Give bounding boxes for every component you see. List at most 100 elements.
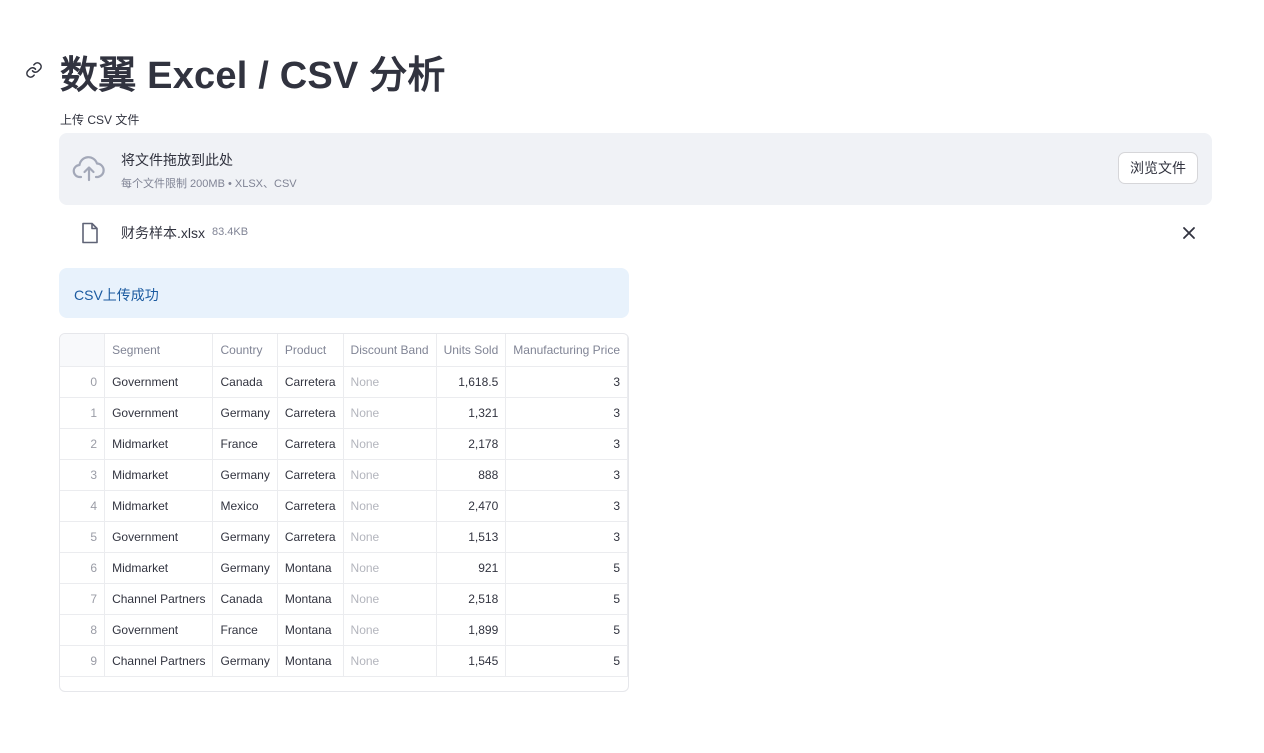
table-row[interactable]: 0 Government Canada Carretera None 1,618.5 3 bbox=[60, 366, 628, 398]
cell-discount-band[interactable]: None bbox=[343, 645, 437, 677]
column-header-segment[interactable]: Segment bbox=[104, 334, 214, 367]
cell-segment[interactable]: Government bbox=[104, 366, 214, 398]
cell-units-sold[interactable]: 1,545 bbox=[436, 645, 507, 677]
cell-discount-band[interactable]: None bbox=[343, 552, 437, 584]
cell-country[interactable]: Germany bbox=[212, 645, 278, 677]
cell-units-sold[interactable]: 888 bbox=[436, 459, 507, 491]
file-icon bbox=[82, 222, 98, 244]
cell-discount-band[interactable]: None bbox=[343, 614, 437, 646]
cell-product[interactable]: Carretera bbox=[277, 428, 344, 460]
cell-product[interactable]: Carretera bbox=[277, 459, 344, 491]
cell-manufacturing-price[interactable]: 3 bbox=[505, 459, 628, 491]
cell-units-sold[interactable]: 1,618.5 bbox=[436, 366, 507, 398]
cell-manufacturing-price[interactable]: 3 bbox=[505, 397, 628, 429]
cell-segment[interactable]: Government bbox=[104, 614, 214, 646]
cell-discount-band[interactable]: None bbox=[343, 397, 437, 429]
cell-segment[interactable]: Channel Partners bbox=[104, 583, 214, 615]
row-index[interactable]: 7 bbox=[60, 583, 106, 615]
cell-units-sold[interactable]: 921 bbox=[436, 552, 507, 584]
table-row[interactable]: 7 Channel Partners Canada Montana None 2,518 5 bbox=[60, 583, 628, 615]
table-header-row: Segment Country Product Discount Band Un… bbox=[60, 334, 628, 367]
column-header-country[interactable]: Country bbox=[212, 334, 278, 367]
cell-segment[interactable]: Government bbox=[104, 397, 214, 429]
cell-units-sold[interactable]: 1,513 bbox=[436, 521, 507, 553]
close-icon[interactable] bbox=[1181, 225, 1197, 241]
cell-manufacturing-price[interactable]: 3 bbox=[505, 490, 628, 522]
cell-product[interactable]: Montana bbox=[277, 614, 344, 646]
cell-discount-band[interactable]: None bbox=[343, 521, 437, 553]
cell-country[interactable]: Germany bbox=[212, 521, 278, 553]
cell-units-sold[interactable]: 2,518 bbox=[436, 583, 507, 615]
cell-product[interactable]: Montana bbox=[277, 645, 344, 677]
cell-product[interactable]: Carretera bbox=[277, 397, 344, 429]
table-row[interactable]: 3 Midmarket Germany Carretera None 888 3 bbox=[60, 459, 628, 491]
cloud-upload-icon bbox=[72, 156, 105, 182]
link-icon[interactable] bbox=[25, 61, 43, 79]
row-index[interactable]: 2 bbox=[60, 428, 106, 460]
row-index[interactable]: 9 bbox=[60, 645, 106, 677]
table-row[interactable]: 2 Midmarket France Carretera None 2,178 3 bbox=[60, 428, 628, 460]
row-index[interactable]: 8 bbox=[60, 614, 106, 646]
cell-product[interactable]: Carretera bbox=[277, 366, 344, 398]
cell-segment[interactable]: Channel Partners bbox=[104, 645, 214, 677]
row-index[interactable]: 1 bbox=[60, 397, 106, 429]
cell-segment[interactable]: Midmarket bbox=[104, 428, 214, 460]
cell-discount-band[interactable]: None bbox=[343, 583, 437, 615]
cell-manufacturing-price[interactable]: 3 bbox=[505, 366, 628, 398]
cell-manufacturing-price[interactable]: 3 bbox=[505, 428, 628, 460]
alert-message: CSV上传成功 bbox=[74, 287, 159, 303]
cell-country[interactable]: Canada bbox=[212, 366, 278, 398]
row-index[interactable]: 5 bbox=[60, 521, 106, 553]
dropzone-limits: 每个文件限制 200MB • XLSX、CSV bbox=[121, 178, 297, 190]
cell-manufacturing-price[interactable]: 5 bbox=[505, 645, 628, 677]
cell-country[interactable]: France bbox=[212, 428, 278, 460]
cell-product[interactable]: Carretera bbox=[277, 521, 344, 553]
uploader-label: 上传 CSV 文件 bbox=[60, 113, 140, 127]
cell-discount-band[interactable]: None bbox=[343, 428, 437, 460]
cell-country[interactable]: Germany bbox=[212, 459, 278, 491]
column-header-manufacturing-price[interactable]: Manufacturing Price bbox=[505, 334, 628, 367]
column-header-units-sold[interactable]: Units Sold bbox=[436, 334, 507, 367]
cell-segment[interactable]: Midmarket bbox=[104, 459, 214, 491]
data-table[interactable]: Segment Country Product Discount Band Un… bbox=[59, 333, 629, 692]
table-row[interactable]: 8 Government France Montana None 1,899 5 bbox=[60, 614, 628, 646]
cell-discount-band[interactable]: None bbox=[343, 490, 437, 522]
table-row[interactable]: 5 Government Germany Carretera None 1,513 3 bbox=[60, 521, 628, 553]
cell-country[interactable]: Germany bbox=[212, 552, 278, 584]
cell-segment[interactable]: Midmarket bbox=[104, 490, 214, 522]
browse-files-button[interactable]: 浏览文件 bbox=[1118, 152, 1198, 184]
row-index[interactable]: 3 bbox=[60, 459, 106, 491]
cell-units-sold[interactable]: 2,178 bbox=[436, 428, 507, 460]
row-index[interactable]: 4 bbox=[60, 490, 106, 522]
cell-discount-band[interactable]: None bbox=[343, 459, 437, 491]
cell-segment[interactable]: Midmarket bbox=[104, 552, 214, 584]
cell-product[interactable]: Montana bbox=[277, 552, 344, 584]
cell-product[interactable]: Montana bbox=[277, 583, 344, 615]
table-row[interactable]: 4 Midmarket Mexico Carretera None 2,470 3 bbox=[60, 490, 628, 522]
table-row[interactable]: 6 Midmarket Germany Montana None 921 5 bbox=[60, 552, 628, 584]
cell-manufacturing-price[interactable]: 5 bbox=[505, 552, 628, 584]
cell-units-sold[interactable]: 1,321 bbox=[436, 397, 507, 429]
cell-country[interactable]: Mexico bbox=[212, 490, 278, 522]
dropzone-instruction: 将文件拖放到此处 bbox=[121, 152, 233, 168]
row-index[interactable]: 6 bbox=[60, 552, 106, 584]
cell-country[interactable]: Canada bbox=[212, 583, 278, 615]
column-header-index[interactable] bbox=[60, 334, 106, 367]
column-header-discount-band[interactable]: Discount Band bbox=[343, 334, 437, 367]
table-row[interactable]: 1 Government Germany Carretera None 1,321 3 bbox=[60, 397, 628, 429]
cell-segment[interactable]: Government bbox=[104, 521, 214, 553]
cell-manufacturing-price[interactable]: 5 bbox=[505, 583, 628, 615]
cell-units-sold[interactable]: 1,899 bbox=[436, 614, 507, 646]
cell-country[interactable]: France bbox=[212, 614, 278, 646]
file-dropzone[interactable]: 将文件拖放到此处 每个文件限制 200MB • XLSX、CSV 浏览文件 bbox=[59, 133, 1212, 205]
cell-manufacturing-price[interactable]: 3 bbox=[505, 521, 628, 553]
table-row[interactable]: 9 Channel Partners Germany Montana None 1,545… bbox=[60, 645, 628, 677]
cell-product[interactable]: Carretera bbox=[277, 490, 344, 522]
row-index[interactable]: 0 bbox=[60, 366, 106, 398]
uploaded-file-name: 财务样本.xlsx bbox=[121, 225, 205, 241]
cell-discount-band[interactable]: None bbox=[343, 366, 437, 398]
cell-units-sold[interactable]: 2,470 bbox=[436, 490, 507, 522]
cell-manufacturing-price[interactable]: 5 bbox=[505, 614, 628, 646]
column-header-product[interactable]: Product bbox=[277, 334, 344, 367]
cell-country[interactable]: Germany bbox=[212, 397, 278, 429]
